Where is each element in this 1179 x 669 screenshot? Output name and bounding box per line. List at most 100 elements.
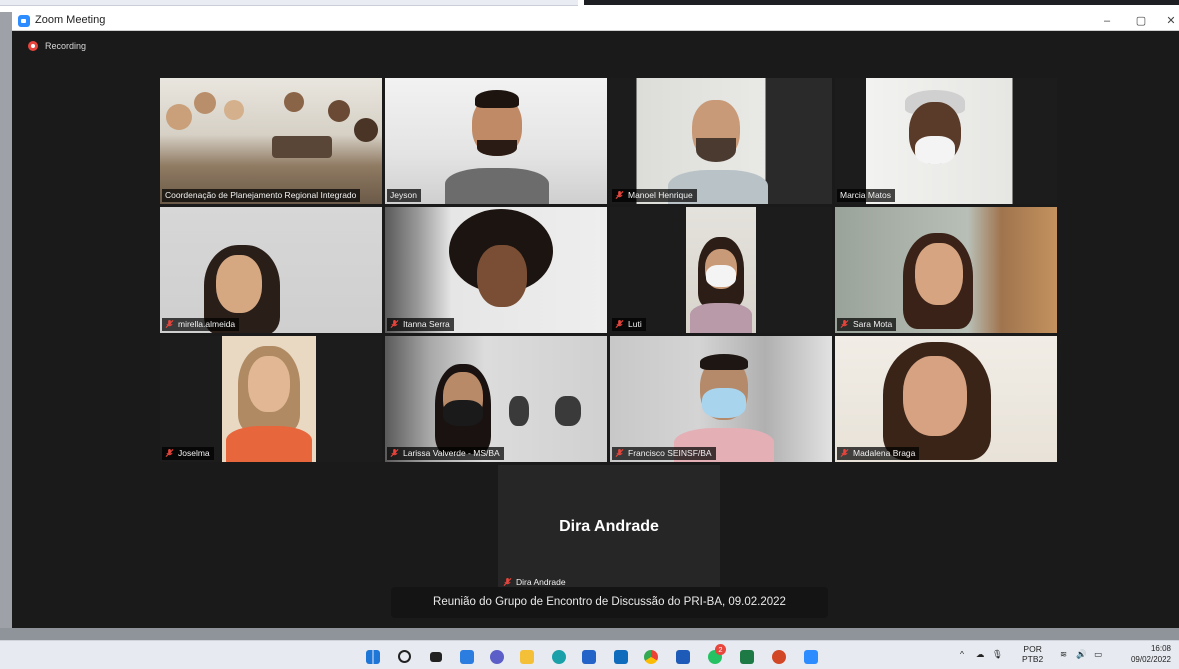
participant-shirt — [226, 426, 312, 462]
window-title: Zoom Meeting — [35, 14, 106, 26]
participant-name-label: Luti — [612, 318, 646, 331]
system-clock[interactable]: 16:08 09/02/2022 — [1119, 643, 1171, 665]
zoom-app-icon — [18, 15, 30, 27]
video-feed — [160, 78, 382, 204]
video-tile-manoel-henrique[interactable]: Manoel Henrique — [610, 78, 832, 204]
video-tile-francisco[interactable]: Francisco SEINSF/BA — [610, 336, 832, 462]
edge-icon[interactable] — [552, 650, 566, 664]
participant-name-label: Manoel Henrique — [612, 189, 697, 202]
chat-icon[interactable] — [490, 650, 504, 664]
excel-icon[interactable] — [740, 650, 754, 664]
volume-icon[interactable]: 🔊 — [1076, 649, 1087, 660]
mic-muted-icon — [390, 448, 399, 457]
participant-hair — [475, 90, 519, 108]
face-mask — [706, 265, 736, 287]
participant-name-label: Itanna Serra — [387, 318, 454, 331]
wifi-icon[interactable]: ≋ — [1060, 649, 1067, 660]
participant-name-label: Larissa Valverde - MS/BA — [387, 447, 504, 460]
search-icon[interactable] — [398, 650, 411, 663]
participant-name-label: Sara Mota — [837, 318, 897, 331]
background-chair — [555, 396, 581, 426]
face-mask — [443, 400, 483, 426]
word-icon[interactable] — [676, 650, 690, 664]
mic-muted-icon — [615, 448, 624, 457]
participant-face — [328, 100, 350, 122]
participant-face — [248, 356, 290, 412]
video-tile-itanna-serra[interactable]: Itanna Serra — [385, 207, 607, 333]
background-window-left — [0, 0, 578, 6]
participant-beard — [477, 140, 517, 156]
outlook-icon[interactable] — [614, 650, 628, 664]
participant-face — [915, 243, 963, 305]
microphone-icon[interactable]: 🎙 — [992, 649, 1003, 660]
widgets-icon[interactable] — [460, 650, 474, 664]
meeting-table — [272, 136, 332, 158]
video-tile-mirella-almeida[interactable]: mirella.almeida — [160, 207, 382, 333]
notification-badge: 2 — [715, 644, 726, 655]
participant-name-label: Madalena Braga — [837, 447, 920, 460]
background-chair — [509, 396, 529, 426]
participant-name-label: Francisco SEINSF/BA — [612, 447, 716, 460]
cloud-icon[interactable]: ☁ — [976, 649, 985, 660]
desktop-edge — [0, 12, 12, 628]
minimize-button[interactable]: – — [1099, 13, 1115, 29]
background-window-right — [584, 0, 1179, 5]
zoom-icon[interactable] — [804, 650, 818, 664]
face-mask — [915, 136, 955, 164]
maximize-button[interactable]: ▢ — [1133, 13, 1149, 29]
mic-muted-icon — [165, 319, 174, 328]
video-tile-coordenacao[interactable]: Coordenação de Planejamento Regional Int… — [160, 78, 382, 204]
mic-muted-icon — [840, 448, 849, 457]
file-explorer-icon[interactable] — [520, 650, 534, 664]
face-mask — [702, 388, 746, 418]
video-tile-marcia-matos[interactable]: Marcia Matos — [835, 78, 1057, 204]
participant-beard — [696, 138, 736, 162]
participant-face — [224, 100, 244, 120]
mic-muted-icon — [165, 448, 174, 457]
title-bar[interactable]: Zoom Meeting – ▢ ✕ — [12, 12, 1179, 31]
video-tile-luti[interactable]: Luti — [610, 207, 832, 333]
participant-name-label: Coordenação de Planejamento Regional Int… — [162, 189, 361, 202]
keyboard-layout-label: PTB2 — [1022, 654, 1044, 664]
participant-face — [194, 92, 216, 114]
video-tile-madalena-braga[interactable]: Madalena Braga — [835, 336, 1057, 462]
participant-face — [477, 245, 527, 307]
mic-muted-icon — [615, 190, 624, 199]
windows-start-icon[interactable] — [366, 650, 380, 664]
video-tile-larissa-valverde[interactable]: Larissa Valverde - MS/BA — [385, 336, 607, 462]
background-window-strip — [0, 0, 1179, 12]
close-button[interactable]: ✕ — [1163, 13, 1179, 29]
participant-display-name: Dira Andrade — [559, 518, 659, 535]
participant-face — [166, 104, 192, 130]
video-tile-jeyson[interactable]: Jeyson — [385, 78, 607, 204]
task-view-icon[interactable] — [430, 652, 442, 662]
recording-indicator[interactable]: Recording — [28, 39, 86, 53]
meeting-caption: Reunião do Grupo de Encontro de Discussã… — [391, 587, 828, 618]
mic-muted-icon — [503, 577, 512, 586]
chevron-up-icon[interactable]: ^ — [960, 649, 964, 659]
battery-icon[interactable]: ▭ — [1094, 649, 1102, 660]
video-tile-dira-andrade[interactable]: Dira Andrade Dira Andrade — [498, 465, 720, 591]
clock-date: 09/02/2022 — [1130, 655, 1171, 664]
recording-icon — [28, 41, 38, 51]
recording-label: Recording — [45, 41, 87, 51]
participant-face — [354, 118, 378, 142]
clock-time: 16:08 — [1150, 644, 1171, 653]
video-tile-joselma[interactable]: Joselma — [160, 336, 382, 462]
powerpoint-icon[interactable] — [772, 650, 786, 664]
mic-muted-icon — [615, 319, 624, 328]
participant-name-label: Jeyson — [387, 189, 421, 202]
participant-face — [903, 356, 967, 436]
participant-face — [284, 92, 304, 112]
whatsapp-icon[interactable]: 2 — [708, 644, 726, 664]
language-indicator[interactable]: POR PTB2 — [1022, 644, 1043, 664]
participant-name-label: mirella.almeida — [162, 318, 240, 331]
participant-name-label: Marcia Matos — [837, 189, 896, 202]
video-tile-sara-mota[interactable]: Sara Mota — [835, 207, 1057, 333]
mic-muted-icon — [840, 319, 849, 328]
participant-face — [216, 255, 262, 313]
chrome-icon[interactable] — [644, 650, 658, 664]
participant-name-label: Joselma — [162, 447, 214, 460]
windows-taskbar: 2 ^ ☁ 🎙 POR PTB2 ≋ 🔊 ▭ 16:08 09/02/2022 — [0, 640, 1179, 669]
store-icon[interactable] — [582, 650, 596, 664]
